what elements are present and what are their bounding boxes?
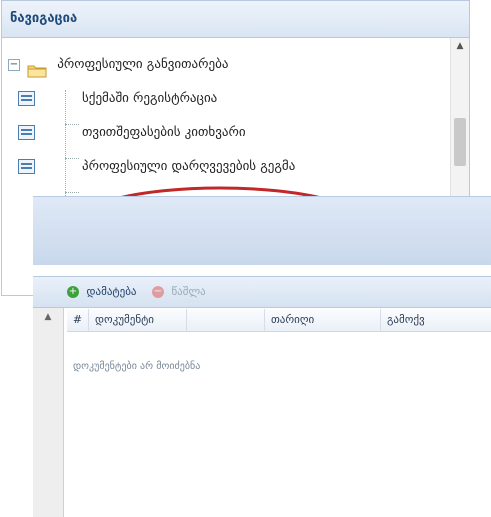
collapse-icon[interactable]: − (8, 59, 20, 71)
delete-icon: − (151, 286, 164, 298)
form-icon (18, 91, 35, 106)
navigation-title: ნავიგაცია (2, 1, 469, 38)
form-icon (18, 159, 35, 174)
scrollbar-thumb[interactable] (454, 118, 466, 166)
grid-toolbar: + დამატება − წაშლა (67, 281, 218, 303)
scroll-up-icon[interactable]: ▲ (451, 38, 469, 54)
add-icon: + (67, 286, 79, 298)
add-button-label: დამატება (86, 285, 137, 298)
delete-button-label: წაშლა (171, 285, 206, 298)
scroll-up-icon[interactable]: ▲ (33, 308, 63, 326)
tree-item-scheme-registration[interactable]: სქემაში რეგისტრაცია (2, 82, 469, 116)
add-button[interactable]: + დამატება (67, 281, 136, 303)
delete-button[interactable]: − წაშლა (151, 281, 206, 303)
tree-item-development-plan[interactable]: პროფესიული დარღვევების გეგმა (2, 150, 469, 184)
form-icon (18, 125, 35, 140)
navigation-tree: − პროფესიული განვითარება სქემაში რეგისტრ… (2, 38, 469, 228)
tree-node-label: პროფესიული განვითარება (57, 57, 229, 72)
column-header-document[interactable]: დოკუმენტი (89, 309, 187, 331)
column-header-date[interactable]: თარიღი (265, 309, 381, 331)
folder-icon (27, 58, 47, 78)
column-header-blank[interactable] (187, 309, 265, 331)
tree-item-self-assessment[interactable]: თვითშეფასების კითხვარი (2, 116, 469, 150)
dialog-header (33, 196, 491, 266)
documents-grid-panel: + დამატება − წაშლა ▲ # დოკუმენტი თარიღი … (33, 276, 491, 517)
tree-connector (65, 192, 79, 193)
column-header-extra[interactable]: გამოქვ (381, 309, 491, 331)
grid-empty-message: დოკუმენტები არ მოიძებნა (73, 361, 201, 372)
tree-node-professional-development[interactable]: − პროფესიული განვითარება (2, 48, 469, 82)
tree-item-label: სქემაში რეგისტრაცია (82, 91, 218, 106)
grid-column-headers: # დოკუმენტი თარიღი გამოქვ (67, 309, 491, 332)
grid-scrollbar[interactable]: ▲ (33, 308, 64, 517)
column-header-number[interactable]: # (67, 309, 89, 331)
tree-item-label: თვითშეფასების კითხვარი (82, 125, 246, 140)
tree-item-label: პროფესიული დარღვევების გეგმა (82, 159, 296, 174)
